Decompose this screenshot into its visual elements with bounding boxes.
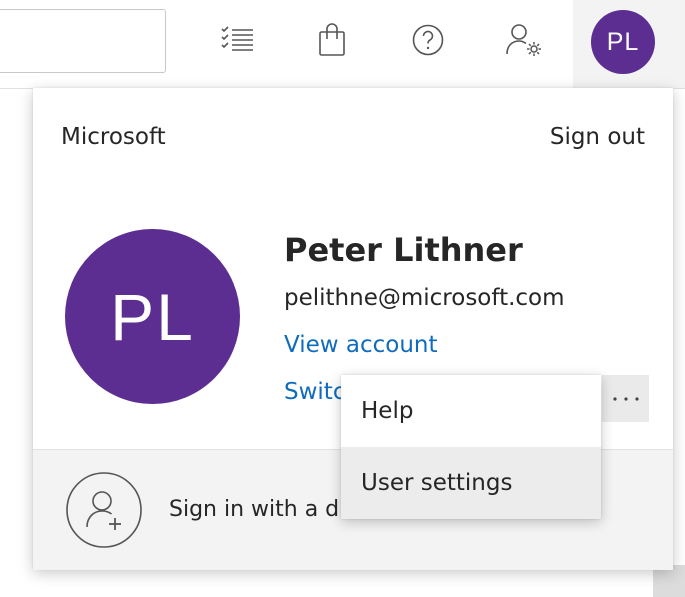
switch-directory-link[interactable]: Switch directory [284,379,346,405]
sign-out-link[interactable]: Sign out [550,124,645,150]
search-input[interactable] [0,9,166,73]
help-icon[interactable] [404,16,452,64]
page-background-right [673,89,685,597]
menu-item-label: Help [361,398,414,424]
more-options-button[interactable] [602,375,649,422]
avatar-initials: PL [606,27,640,56]
shopping-bag-icon[interactable] [308,16,356,64]
user-email: pelithne@microsoft.com [284,285,565,311]
more-options-menu: Help User settings [341,375,601,519]
organization-name: Microsoft [61,124,166,150]
user-display-name: Peter Lithner [284,231,523,269]
view-account-link[interactable]: View account [284,332,438,358]
profile-avatar-initials: PL [110,279,195,354]
tasks-list-icon[interactable] [213,16,261,64]
ellipsis-icon [612,396,639,401]
menu-item-label: User settings [361,470,513,496]
add-user-icon [66,472,142,548]
profile-avatar: PL [65,229,240,404]
menu-item-help[interactable]: Help [341,375,601,447]
menu-item-user-settings[interactable]: User settings [341,447,601,519]
user-settings-icon[interactable] [500,16,548,64]
page-background-left [0,89,33,597]
account-avatar-button[interactable]: PL [591,10,655,74]
top-header: PL [0,0,685,89]
